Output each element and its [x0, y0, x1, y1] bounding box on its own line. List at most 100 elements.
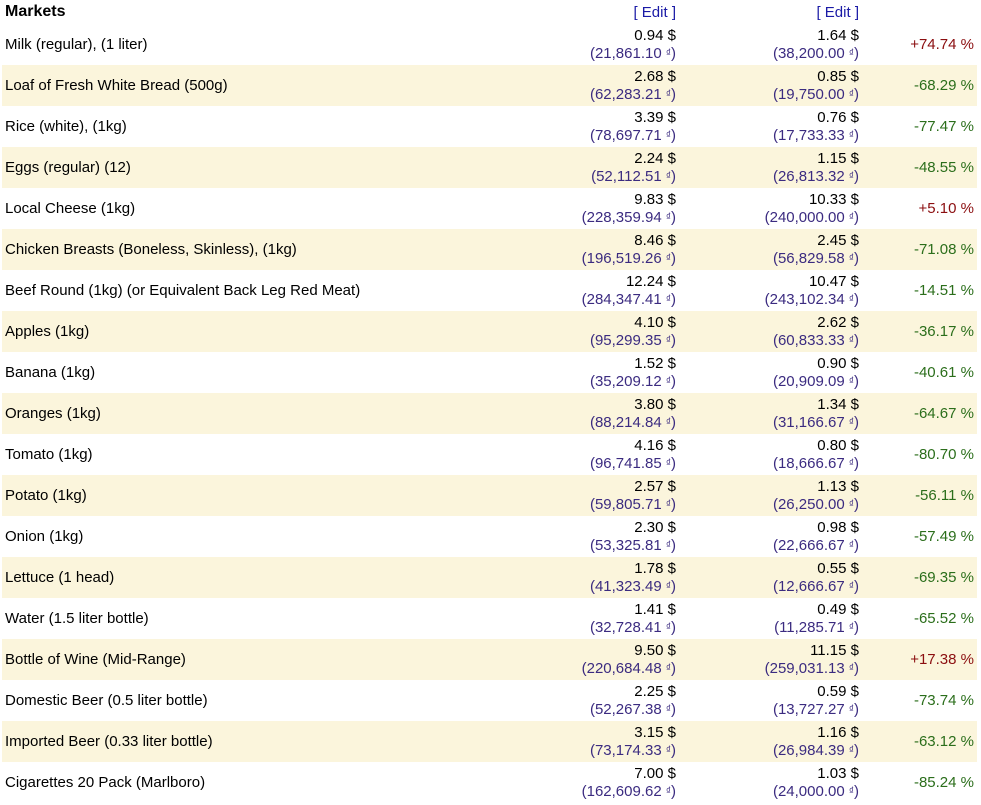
city2-price: 1.13 $ (26,250.00 ₫) [678, 475, 861, 516]
currency-symbol: ₫ [848, 334, 854, 346]
city2-local-price: (259,031.13 ₫) [764, 659, 859, 677]
city2-price: 0.85 $ (19,750.00 ₫) [678, 65, 861, 106]
city2-price: 0.76 $ (17,733.33 ₫) [678, 106, 861, 147]
city2-price: 1.34 $ (31,166.67 ₫) [678, 393, 861, 434]
city2-local-amount: (243,102.34 [764, 290, 849, 308]
city2-usd-price: 0.49 $ [817, 600, 859, 618]
table-row: Banana (1kg) 1.52 $ (35,209.12 ₫) 0.90 $ (20… [2, 352, 977, 393]
currency-symbol: ₫ [665, 252, 671, 264]
item-name: Potato (1kg) [2, 475, 497, 516]
city2-usd-price: 11.15 $ [810, 641, 859, 659]
item-name: Imported Beer (0.33 liter bottle) [2, 721, 497, 762]
city2-usd-price: 0.85 $ [817, 67, 859, 85]
item-name: Tomato (1kg) [5, 446, 93, 463]
item-name: Water (1.5 liter bottle) [5, 610, 149, 627]
table-row: Domestic Beer (0.5 liter bottle) 2.25 $ (5… [2, 680, 977, 721]
city2-local-amount: (22,666.67 [772, 536, 849, 554]
city1-price: 12.24 $ (284,347.41 ₫) [497, 270, 678, 311]
city2-local-amount: (26,984.39 [772, 741, 849, 759]
item-name: Banana (1kg) [5, 364, 96, 381]
item-name: Local Cheese (1kg) [5, 200, 136, 217]
city2-local-amount: (11,285.71 [774, 618, 849, 636]
edit-city2-link[interactable]: [ Edit ] [816, 4, 859, 21]
city1-usd-price: 2.68 $ [634, 67, 676, 85]
city2-local-price: (240,000.00 ₫) [764, 208, 859, 226]
city2-price: 1.16 $ (26,984.39 ₫) [678, 721, 861, 762]
currency-symbol: ₫ [848, 744, 854, 756]
item-name: Lettuce (1 head) [2, 557, 497, 598]
currency-symbol: ₫ [665, 211, 671, 223]
city2-usd-price: 0.80 $ [817, 436, 859, 454]
city1-usd-price: 12.24 $ [625, 272, 676, 290]
item-name: Beef Round (1kg) (or Equivalent Back Leg… [5, 282, 361, 299]
city1-local-price: (41,323.49 ₫) [589, 577, 676, 595]
currency-symbol: ₫ [848, 129, 854, 141]
city2-usd-price: 10.33 $ [808, 190, 859, 208]
city1-price: 2.68 $ (62,283.21 ₫) [497, 65, 678, 106]
city1-local-amount: (162,609.62 [581, 782, 666, 800]
table-row: Tomato (1kg) 4.16 $ (96,741.85 ₫) 0.80 $ (18… [2, 434, 977, 475]
city1-local-price: (88,214.84 ₫) [589, 413, 676, 431]
city2-usd-price: 0.76 $ [817, 108, 859, 126]
city2-local-price: (31,166.67 ₫) [772, 413, 859, 431]
city1-price: 4.16 $ (96,741.85 ₫) [497, 434, 678, 475]
city2-local-price: (17,733.33 ₫) [772, 126, 859, 144]
table-row: Water (1.5 liter bottle) 1.41 $ (32,728.41… [2, 598, 977, 639]
city2-price: 11.15 $ (259,031.13 ₫) [678, 639, 861, 680]
currency-symbol: ₫ [848, 375, 854, 387]
item-name: Cigarettes 20 Pack (Marlboro) [5, 774, 206, 791]
city1-usd-price: 3.80 $ [634, 395, 676, 413]
city1-local-price: (52,112.51 ₫) [591, 167, 676, 185]
city2-local-amount: (60,833.33 [772, 331, 849, 349]
item-name: Eggs (regular) (12) [2, 147, 497, 188]
city2-price: 2.62 $ (60,833.33 ₫) [678, 311, 861, 352]
currency-symbol: ₫ [848, 621, 854, 633]
edit-city1-link[interactable]: [ Edit ] [633, 4, 676, 21]
city1-usd-price: 3.15 $ [634, 723, 676, 741]
price-difference: -80.70 % [913, 446, 974, 463]
city1-local-amount: (78,697.71 [589, 126, 666, 144]
city2-price: 10.33 $ (240,000.00 ₫) [678, 188, 861, 229]
table-row: Apples (1kg) 4.10 $ (95,299.35 ₫) 2.62 $ (60… [2, 311, 977, 352]
table-row: Oranges (1kg) 3.80 $ (88,214.84 ₫) 1.34 $ (3… [2, 393, 977, 434]
city1-usd-price: 1.41 $ [634, 600, 676, 618]
item-name: Oranges (1kg) [2, 393, 497, 434]
city1-local-amount: (52,112.51 [591, 167, 666, 185]
city2-local-price: (11,285.71 ₫) [774, 618, 859, 636]
city2-price: 0.98 $ (22,666.67 ₫) [678, 516, 861, 557]
currency-symbol: ₫ [665, 293, 671, 305]
city2-local-amount: (26,813.32 [772, 167, 849, 185]
currency-symbol: ₫ [665, 703, 671, 715]
city1-price: 0.94 $ (21,861.10 ₫) [497, 24, 678, 65]
city1-local-price: (52,267.38 ₫) [589, 700, 676, 718]
table-row: Local Cheese (1kg) 9.83 $ (228,359.94 ₫) 10… [2, 188, 977, 229]
city1-price: 2.30 $ (53,325.81 ₫) [497, 516, 678, 557]
price-difference: -63.12 % [861, 721, 977, 762]
table-row: Lettuce (1 head) 1.78 $ (41,323.49 ₫) 0.55 … [2, 557, 977, 598]
city1-local-amount: (284,347.41 [581, 290, 666, 308]
price-difference: -69.35 % [861, 557, 977, 598]
table-row: Cigarettes 20 Pack (Marlboro) 7.00 $ (162,… [2, 762, 977, 803]
currency-symbol: ₫ [665, 375, 671, 387]
city1-usd-price: 1.52 $ [634, 354, 676, 372]
price-difference: -14.51 % [913, 282, 974, 299]
price-difference: -36.17 % [861, 311, 977, 352]
currency-symbol: ₫ [848, 457, 854, 469]
city1-price: 3.15 $ (73,174.33 ₫) [497, 721, 678, 762]
city2-price: 0.49 $ (11,285.71 ₫) [678, 598, 861, 639]
city1-local-price: (162,609.62 ₫) [581, 782, 676, 800]
city2-local-price: (24,000.00 ₫) [772, 782, 859, 800]
city2-usd-price: 0.98 $ [817, 518, 859, 536]
currency-symbol: ₫ [665, 416, 671, 428]
edit-city1-cell: [ Edit ] [497, 0, 678, 24]
city1-price: 3.39 $ (78,697.71 ₫) [497, 106, 678, 147]
city1-local-price: (21,861.10 ₫) [589, 44, 676, 62]
city1-local-price: (32,728.41 ₫) [589, 618, 676, 636]
city1-local-price: (73,174.33 ₫) [589, 741, 676, 759]
city1-local-amount: (73,174.33 [589, 741, 666, 759]
city1-local-price: (53,325.81 ₫) [589, 536, 676, 554]
city2-local-amount: (17,733.33 [772, 126, 849, 144]
city1-local-price: (228,359.94 ₫) [581, 208, 676, 226]
currency-symbol: ₫ [848, 785, 854, 797]
city1-price: 2.25 $ (52,267.38 ₫) [497, 680, 678, 721]
